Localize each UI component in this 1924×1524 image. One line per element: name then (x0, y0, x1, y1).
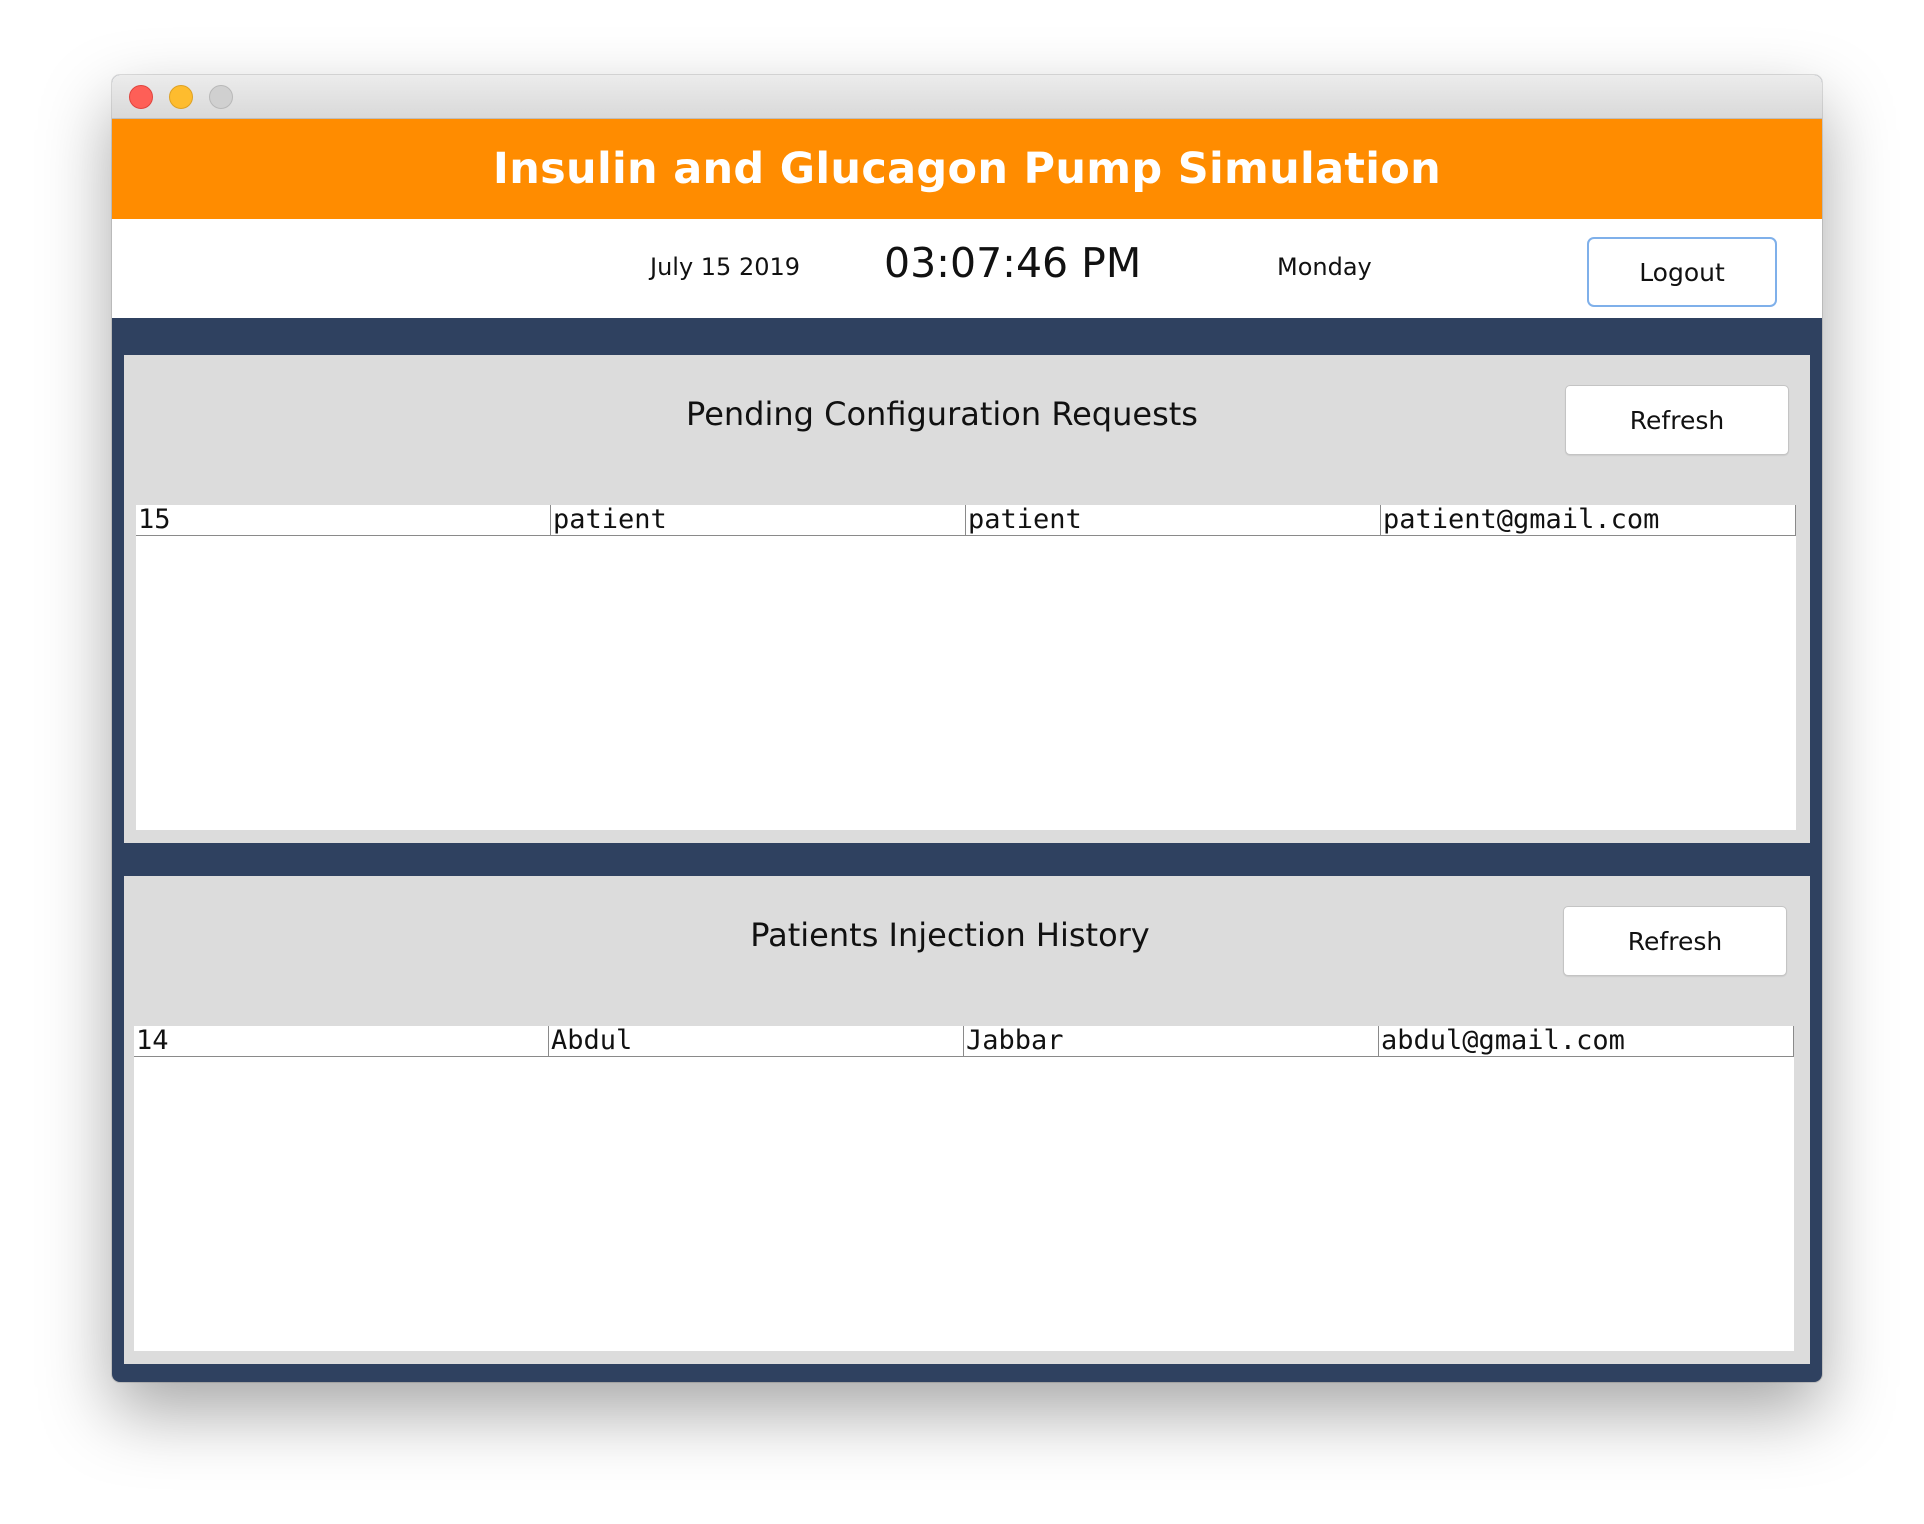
history-refresh-button[interactable]: Refresh (1563, 906, 1787, 976)
table-cell-email[interactable]: patient@gmail.com (1381, 505, 1796, 535)
table-cell-last-name[interactable]: patient (966, 505, 1381, 535)
pending-requests-table[interactable]: 15 patient patient patient@gmail.com (136, 505, 1796, 830)
clock-label: 03:07:46 PM (884, 239, 1142, 287)
info-bar: July 15 2019 03:07:46 PM Monday Logout (112, 219, 1822, 318)
window-maximize-button[interactable] (209, 85, 233, 109)
injection-history-table[interactable]: 14 Abdul Jabbar abdul@gmail.com (134, 1026, 1794, 1351)
logout-button[interactable]: Logout (1587, 237, 1777, 307)
window-close-button[interactable] (129, 85, 153, 109)
injection-history-title: Patients Injection History (750, 916, 1150, 954)
table-row[interactable]: 15 patient patient patient@gmail.com (136, 505, 1796, 536)
app-title: Insulin and Glucagon Pump Simulation (492, 144, 1442, 194)
pending-refresh-button[interactable]: Refresh (1565, 385, 1789, 455)
day-label: Monday (1277, 253, 1372, 281)
table-cell-email[interactable]: abdul@gmail.com (1379, 1026, 1794, 1056)
table-cell-id[interactable]: 14 (134, 1026, 549, 1056)
table-cell-first-name[interactable]: Abdul (549, 1026, 964, 1056)
app-window: Insulin and Glucagon Pump Simulation Jul… (112, 75, 1822, 1382)
table-cell-id[interactable]: 15 (136, 505, 551, 535)
date-label: July 15 2019 (650, 253, 801, 281)
table-row[interactable]: 14 Abdul Jabbar abdul@gmail.com (134, 1026, 1794, 1057)
injection-history-panel: Patients Injection History Refresh 14 Ab… (124, 876, 1810, 1364)
table-cell-first-name[interactable]: patient (551, 505, 966, 535)
pending-requests-panel: Pending Configuration Requests Refresh 1… (124, 355, 1810, 843)
window-minimize-button[interactable] (169, 85, 193, 109)
table-cell-last-name[interactable]: Jabbar (964, 1026, 1379, 1056)
app-header: Insulin and Glucagon Pump Simulation (112, 119, 1822, 219)
pending-requests-title: Pending Configuration Requests (686, 395, 1198, 433)
window-titlebar[interactable] (112, 75, 1822, 119)
